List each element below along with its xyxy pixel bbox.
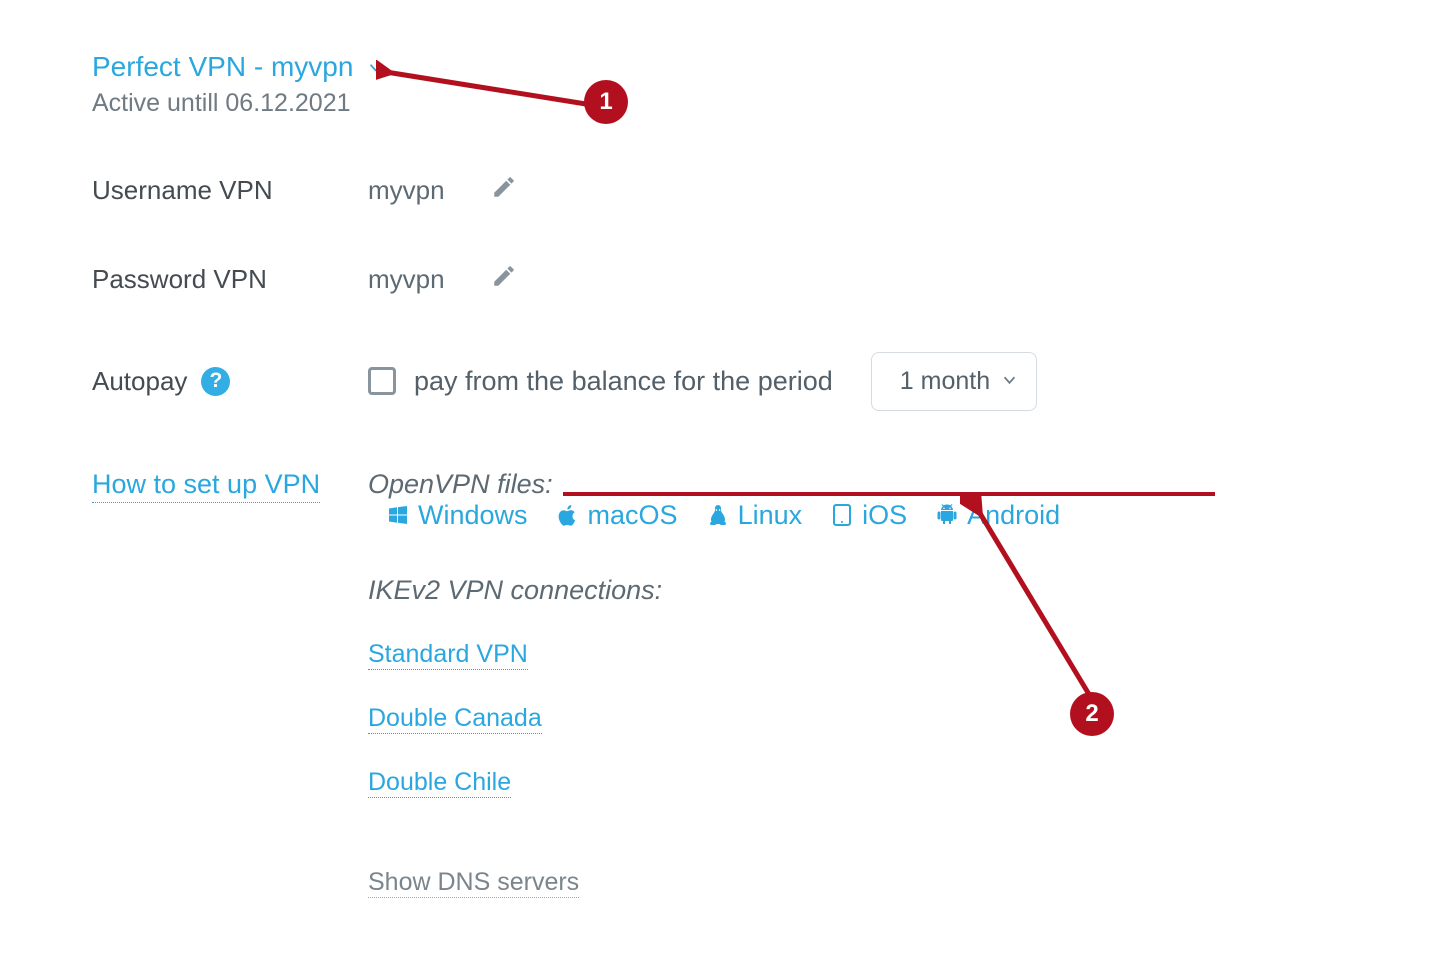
- openvpn-macos-link[interactable]: macOS: [556, 500, 678, 531]
- password-label: Password VPN: [92, 264, 368, 295]
- service-title[interactable]: Perfect VPN - myvpn: [92, 52, 384, 83]
- openvpn-windows-link[interactable]: Windows: [386, 500, 528, 531]
- openvpn-files-label: OpenVPN files:: [368, 469, 553, 499]
- autopay-period-value: 1 month: [900, 367, 990, 395]
- openvpn-ios-link[interactable]: iOS: [830, 500, 907, 531]
- tablet-icon: [830, 503, 854, 527]
- os-label: iOS: [862, 500, 907, 531]
- apple-icon: [556, 503, 580, 527]
- username-value: myvpn: [368, 175, 445, 206]
- os-label: macOS: [588, 500, 678, 531]
- os-label: Android: [967, 500, 1060, 531]
- android-icon: [935, 503, 959, 527]
- os-label: Linux: [738, 500, 803, 531]
- autopay-label: Autopay: [92, 366, 187, 397]
- windows-icon: [386, 503, 410, 527]
- active-until-text: Active untill 06.12.2021: [92, 89, 1352, 118]
- ikev2-standard-link[interactable]: Standard VPN: [368, 640, 528, 670]
- chevron-down-icon: [1001, 367, 1018, 396]
- autopay-checkbox-label: pay from the balance for the period: [414, 366, 833, 397]
- service-title-text: Perfect VPN - myvpn: [92, 51, 353, 82]
- help-icon[interactable]: ?: [201, 367, 230, 396]
- openvpn-android-link[interactable]: Android: [935, 500, 1060, 531]
- os-label: Windows: [418, 500, 528, 531]
- linux-icon: [706, 503, 730, 527]
- openvpn-linux-link[interactable]: Linux: [706, 500, 803, 531]
- how-to-setup-link[interactable]: How to set up VPN: [92, 469, 320, 503]
- edit-username-button[interactable]: [491, 174, 517, 207]
- edit-password-button[interactable]: [491, 263, 517, 296]
- autopay-period-select[interactable]: 1 month: [871, 352, 1037, 411]
- ikev2-label: IKEv2 VPN connections:: [368, 575, 1352, 606]
- autopay-checkbox[interactable]: [368, 367, 396, 395]
- password-value: myvpn: [368, 264, 445, 295]
- show-dns-link[interactable]: Show DNS servers: [368, 868, 579, 898]
- ikev2-double-chile-link[interactable]: Double Chile: [368, 768, 511, 798]
- chevron-down-icon: [367, 51, 384, 82]
- ikev2-double-canada-link[interactable]: Double Canada: [368, 704, 542, 734]
- username-label: Username VPN: [92, 175, 368, 206]
